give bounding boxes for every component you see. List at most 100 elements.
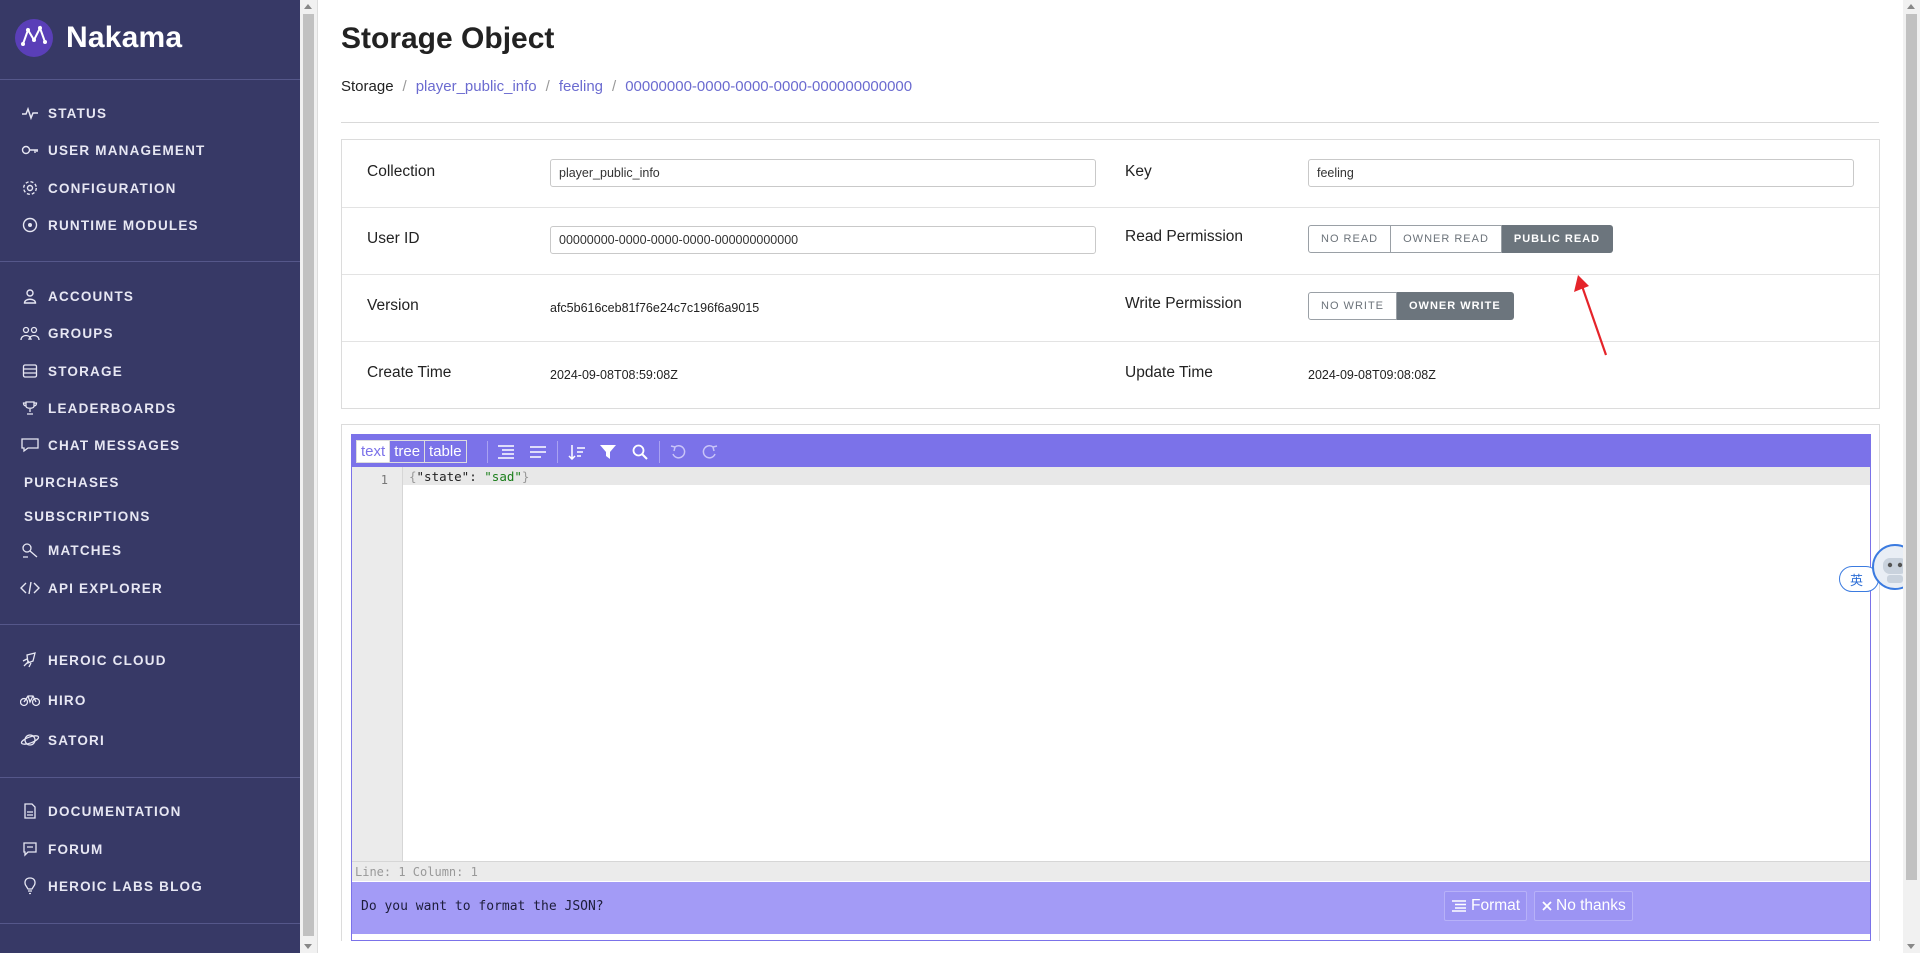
mode-text-button[interactable]: text [357,441,390,462]
scroll-up-arrow-icon[interactable] [1907,4,1915,9]
read-permission-group: NO READ OWNER READ PUBLIC READ [1308,225,1614,253]
version-value: afc5b616ceb81f76e24c7c196f6a9015 [550,301,760,315]
sidebar-item-accounts[interactable]: ACCOUNTS [18,284,134,308]
update-time-value: 2024-09-08T09:08:08Z [1308,368,1436,382]
bike-icon [18,688,42,712]
module-icon [18,213,42,237]
no-write-button[interactable]: NO WRITE [1308,292,1397,320]
sidebar-item-heroic-cloud[interactable]: HEROIC CLOUD [18,648,167,672]
sidebar-item-label: STATUS [48,105,108,121]
annotation-arrow-icon [1574,275,1608,356]
gear-icon [18,176,42,200]
editor-toolbar: text tree table [352,435,1870,467]
toolbar-divider [487,441,488,463]
breadcrumb-separator: / [612,78,617,95]
sidebar-item-documentation[interactable]: DOCUMENTATION [18,799,182,823]
sidebar-item-configuration[interactable]: CONFIGURATION [18,176,177,200]
scrollbar-thumb[interactable] [1906,14,1917,880]
sidebar-item-subscriptions[interactable]: SUBSCRIPTIONS [24,504,151,528]
matches-icon [18,538,42,562]
sidebar-item-matches[interactable]: MATCHES [18,538,122,562]
mode-table-button[interactable]: table [424,441,466,462]
sidebar-divider [0,624,300,625]
sidebar-item-status[interactable]: STATUS [18,101,107,125]
sidebar-item-label: API EXPLORER [48,580,163,596]
sidebar-item-label: MATCHES [48,542,123,558]
format-icon[interactable] [495,441,517,463]
scroll-up-arrow-icon[interactable] [304,4,312,9]
close-icon [1542,901,1552,911]
sort-icon[interactable] [566,441,588,463]
sidebar-item-storage[interactable]: STORAGE [18,359,123,383]
breadcrumb-collection[interactable]: player_public_info [416,78,537,95]
sidebar-item-label: USER MANAGEMENT [48,142,206,158]
user-id-field[interactable]: 00000000-0000-0000-0000-000000000000 [550,226,1096,254]
sidebar-item-api-explorer[interactable]: API EXPLORER [18,576,163,600]
storage-icon [18,359,42,383]
redo-icon[interactable] [699,441,721,463]
sidebar-item-purchases[interactable]: PURCHASES [24,470,120,494]
sidebar-item-label: SUBSCRIPTIONS [24,508,151,524]
filter-icon[interactable] [597,441,619,463]
editor-mode-switch: text tree table [356,440,467,463]
sidebar-item-label: HEROIC CLOUD [48,652,167,668]
no-read-button[interactable]: NO READ [1308,225,1392,253]
brand[interactable]: Nakama [14,18,182,58]
format-json-prompt: Do you want to format the JSON? Format N… [352,882,1870,934]
search-icon[interactable] [629,441,651,463]
sidebar-item-leaderboards[interactable]: LEADERBOARDS [18,396,176,420]
bulb-icon [18,874,42,898]
forum-icon [18,837,42,861]
write-permission-group: NO WRITE OWNER WRITE [1308,292,1514,320]
code-area[interactable]: {"state": "sad"} [409,469,529,484]
scroll-down-arrow-icon[interactable] [304,944,312,949]
mode-tree-button[interactable]: tree [389,441,424,462]
active-line-highlight [352,467,1870,485]
version-label: Version [367,297,419,314]
update-time-label: Update Time [1125,364,1213,381]
breadcrumb-user-id[interactable]: 00000000-0000-0000-0000-000000000000 [625,78,912,95]
user-icon [18,284,42,308]
no-thanks-button[interactable]: No thanks [1534,891,1633,921]
json-editor: text tree table 1 {"state": "sad"} Line:… [351,434,1871,941]
scrollbar-thumb[interactable] [303,14,314,936]
chat-icon [18,433,42,457]
sidebar-item-satori[interactable]: SATORI [18,728,105,752]
sidebar-item-label: FORUM [48,841,104,857]
page-scrollbar[interactable] [1903,0,1920,953]
code-icon [18,576,42,600]
format-button[interactable]: Format [1444,891,1528,921]
key-field[interactable]: feeling [1308,159,1854,187]
collection-field[interactable]: player_public_info [550,159,1096,187]
format-lines-icon [1452,900,1466,912]
sidebar-item-label: PURCHASES [24,474,120,490]
collection-label: Collection [367,163,436,180]
compact-icon[interactable] [527,441,549,463]
sidebar-divider [0,261,300,262]
sidebar-item-runtime-modules[interactable]: RUNTIME MODULES [18,213,199,237]
scroll-down-arrow-icon[interactable] [1907,944,1915,949]
undo-icon[interactable] [667,441,689,463]
sidebar-item-forum[interactable]: FORUM [18,837,104,861]
nakama-logo-icon [15,19,53,57]
format-button-label: Format [1471,897,1521,914]
breadcrumb-separator: / [545,78,550,95]
format-prompt-text: Do you want to format the JSON? [361,899,604,914]
public-read-button[interactable]: PUBLIC READ [1501,225,1614,253]
planet-icon [18,728,42,752]
sidebar-divider [0,777,300,778]
breadcrumb-key[interactable]: feeling [559,78,603,95]
sidebar-item-heroic-labs-blog[interactable]: HEROIC LABS BLOG [18,874,203,898]
owner-read-button[interactable]: OWNER READ [1391,225,1502,253]
sidebar-item-label: ACCOUNTS [48,288,135,304]
breadcrumb-storage[interactable]: Storage [341,78,394,95]
sidebar-item-user-management[interactable]: USER MANAGEMENT [18,138,206,162]
sidebar-item-hiro[interactable]: HIRO [18,688,87,712]
owner-write-button[interactable]: OWNER WRITE [1397,292,1514,320]
pulse-icon [18,101,42,125]
sidebar-item-groups[interactable]: GROUPS [18,321,114,345]
sidebar-item-chat-messages[interactable]: CHAT MESSAGES [18,433,180,457]
sidebar: Nakama STATUS USER MANAGEMENT CONFIGURAT… [0,0,300,953]
rocket-icon [18,648,42,672]
sidebar-scrollbar[interactable] [300,0,318,953]
